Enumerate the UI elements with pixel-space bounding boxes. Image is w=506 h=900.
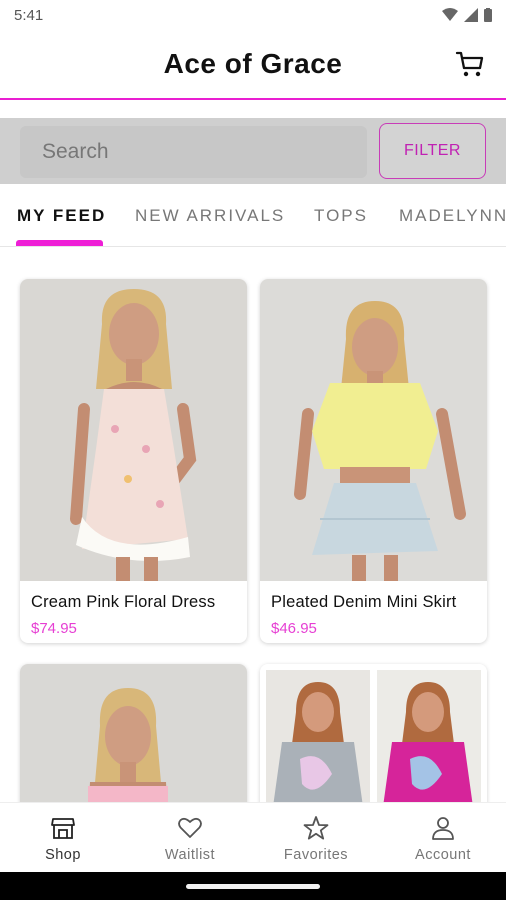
- nav-label: Account: [415, 847, 471, 863]
- status-icons: [442, 8, 492, 22]
- nav-account[interactable]: Account: [380, 803, 506, 873]
- home-gesture-handle[interactable]: [186, 884, 320, 889]
- app-title: Ace of Grace: [163, 48, 343, 79]
- tab-new-arrivals[interactable]: NEW ARRIVALS: [135, 206, 285, 226]
- cart-icon: [455, 51, 484, 77]
- filter-button[interactable]: FILTER: [379, 123, 486, 179]
- nav-label: Shop: [45, 847, 81, 863]
- bottom-navigation: Shop Waitlist Favorites Account: [0, 802, 506, 873]
- heart-icon: [178, 817, 202, 838]
- signal-icon: [464, 8, 478, 22]
- product-image: [260, 279, 487, 581]
- star-icon: [303, 816, 329, 840]
- system-navigation-bar: [0, 872, 506, 900]
- wifi-icon: [442, 8, 458, 21]
- product-card[interactable]: Pleated Denim Mini Skirt $46.95: [260, 279, 487, 643]
- shop-icon: [51, 818, 75, 839]
- status-bar: 5:41: [0, 0, 506, 30]
- product-price: $74.95: [31, 620, 77, 637]
- search-bar: Search FILTER: [0, 118, 506, 184]
- account-icon: [432, 817, 454, 840]
- tab-madelynn[interactable]: MADELYNN: [399, 206, 506, 226]
- nav-shop[interactable]: Shop: [0, 803, 126, 873]
- tab-tops[interactable]: TOPS: [314, 206, 368, 226]
- nav-waitlist[interactable]: Waitlist: [127, 803, 253, 873]
- tab-my-feed[interactable]: MY FEED: [17, 206, 106, 226]
- product-title: Pleated Denim Mini Skirt: [271, 593, 457, 611]
- product-card[interactable]: Cream Pink Floral Dress $74.95: [20, 279, 247, 643]
- nav-label: Favorites: [283, 847, 349, 863]
- status-time: 5:41: [14, 6, 44, 24]
- product-price: $46.95: [271, 620, 317, 637]
- battery-icon: [484, 8, 492, 22]
- app-header: Ace of Grace: [0, 30, 506, 100]
- search-input[interactable]: Search: [20, 126, 367, 178]
- active-tab-indicator: [16, 240, 103, 246]
- nav-label: Waitlist: [164, 847, 216, 863]
- category-tabs: MY FEED NEW ARRIVALS TOPS MADELYNN: [0, 186, 506, 247]
- product-image: [20, 279, 247, 581]
- nav-favorites[interactable]: Favorites: [253, 803, 379, 873]
- cart-button[interactable]: [454, 48, 486, 80]
- product-title: Cream Pink Floral Dress: [31, 593, 216, 611]
